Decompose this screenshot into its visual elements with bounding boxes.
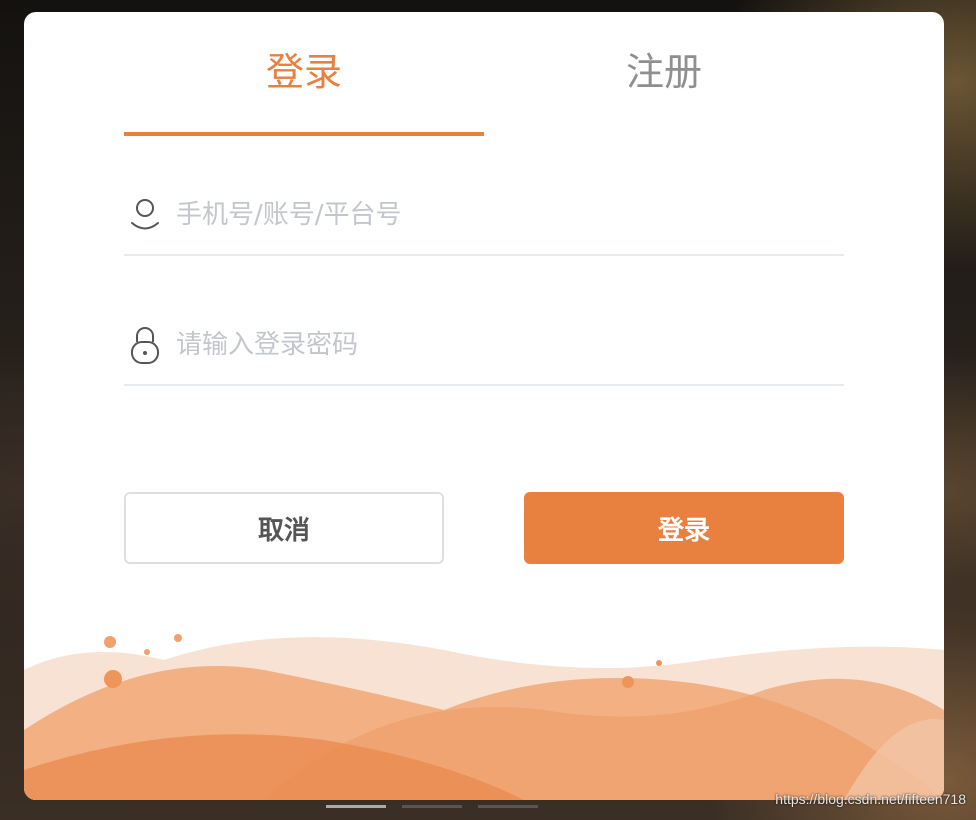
- cancel-button[interactable]: 取消: [124, 492, 444, 564]
- user-icon: [128, 196, 162, 232]
- carousel-dot[interactable]: [478, 805, 538, 808]
- carousel-dot[interactable]: [402, 805, 462, 808]
- login-button[interactable]: 登录: [524, 492, 844, 564]
- tab-register[interactable]: 注册: [484, 42, 844, 136]
- carousel-dot[interactable]: [326, 805, 386, 808]
- login-dialog: 登录 注册 取消 登录: [24, 12, 944, 800]
- account-field: [124, 184, 844, 256]
- lock-icon: [128, 326, 162, 364]
- watermark-text: https://blog.csdn.net/fifteen718: [775, 791, 966, 807]
- carousel-indicators: [326, 805, 566, 809]
- tab-login[interactable]: 登录: [124, 42, 484, 136]
- account-input[interactable]: [176, 194, 816, 236]
- password-input[interactable]: [176, 324, 816, 366]
- decorative-waves: [24, 634, 944, 800]
- password-field: [124, 314, 844, 386]
- active-tab-indicator: [124, 132, 484, 136]
- auth-tabs: 登录 注册: [124, 42, 844, 136]
